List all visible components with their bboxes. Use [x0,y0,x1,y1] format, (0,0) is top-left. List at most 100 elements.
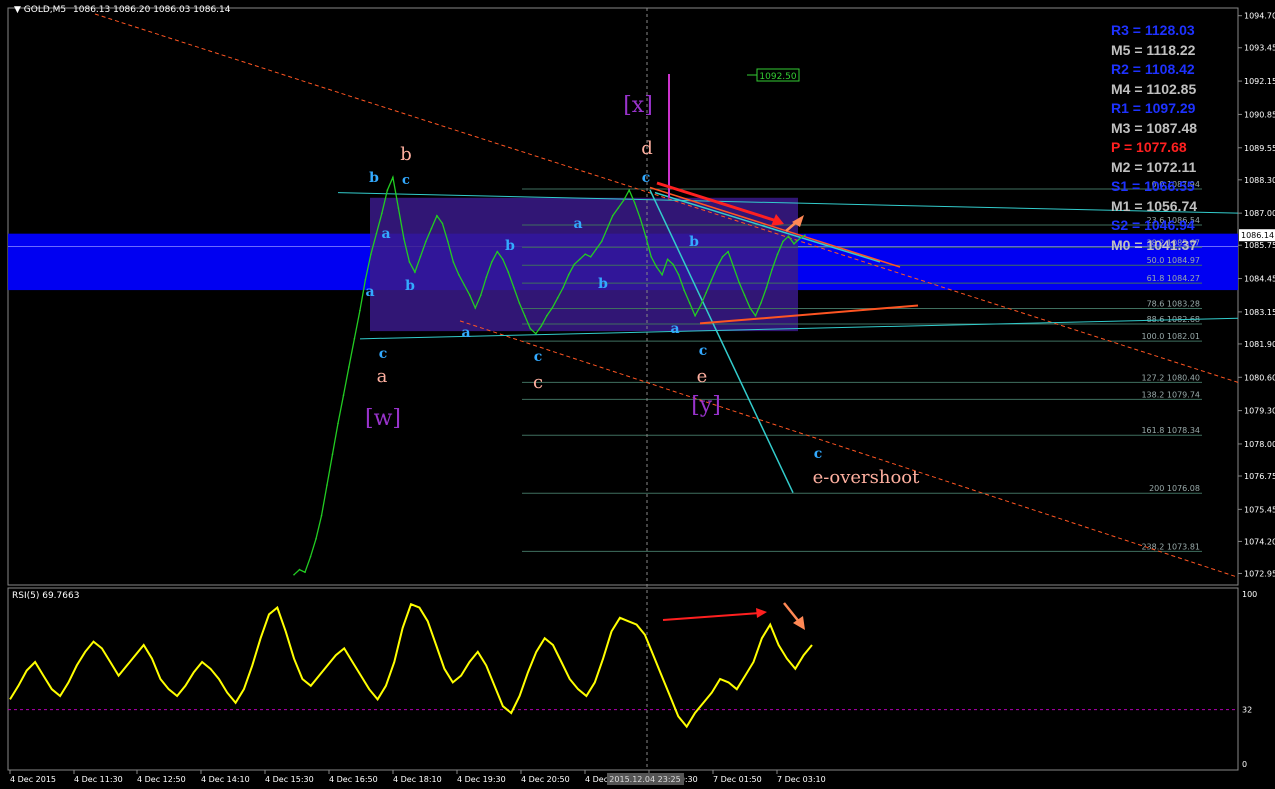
price-point-0 [293,573,295,576]
price-point-1 [298,568,301,571]
price-point-30 [458,273,460,276]
price-point-59 [617,207,619,209]
x-tick-label-9: 4 Dec [585,775,608,784]
price-label-text: 1092.50 [759,72,796,82]
price-point-71 [683,289,685,291]
x-tick-label-7: 4 Dec 19:30 [457,775,506,784]
price-point-82 [743,294,746,297]
price-point-93 [804,234,806,236]
x-tick-label-6: 4 Dec 18:10 [393,775,442,784]
price-point-45 [540,325,543,327]
price-point-63 [639,217,641,220]
wave-label-18: b [689,234,699,250]
price-point-85 [760,302,762,304]
x-tick-label-0: 4 Dec 2015 [10,775,56,784]
x-tick-label-12: 7 Dec 03:10 [777,775,826,784]
pivot-m2: M2 = 1072.11 [1111,158,1197,175]
price-point-65 [650,255,652,258]
price-point-51 [573,263,575,266]
price-point-77 [716,266,718,268]
chart-header[interactable]: ▼ GOLD,M5 1086.13 1086.20 1086.03 1086.1… [14,5,230,15]
price-point-29 [452,261,455,263]
price-point-4 [315,538,317,540]
price-point-64 [644,235,647,237]
crosshair-time-text: 2015.12.04 23:25 [609,775,680,784]
x-tick-label-11: 7 Dec 01:50 [713,775,762,784]
price-point-21 [408,261,411,263]
price-point-42 [524,314,526,317]
price-point-70 [677,273,680,276]
price-point-80 [732,266,735,268]
price-point-8 [337,422,339,425]
wave-label-12: c [534,349,543,365]
fib-label-3: 50.0 1084.97 [1147,256,1200,265]
price-point-7 [331,453,334,456]
pivot-m3: M3 = 1087.48 [1111,119,1198,136]
fib-label-8: 127.2 1080.40 [1141,373,1200,382]
price-point-90 [787,235,790,237]
fib-label-9: 138.2 1079.74 [1141,390,1200,399]
price-point-24 [425,240,427,243]
price-point-62 [633,202,636,204]
y-tick-label-15: 1075.45 [1244,505,1275,514]
wave-label-21: e [697,366,708,387]
price-point-60 [622,199,625,202]
price-point-39 [507,271,510,273]
wave-label-23: c [814,446,823,462]
x-tick-label-3: 4 Dec 14:10 [201,775,250,784]
price-point-73 [694,314,696,317]
wave-label-11: a [461,325,470,341]
price-point-57 [606,227,608,230]
price-point-18 [392,176,394,179]
rsi-y-tick-0: 100 [1242,590,1257,599]
dropdown-arrow-icon[interactable]: ▼ [14,5,21,15]
price-point-6 [326,484,328,486]
wave-label-14: b [598,276,608,292]
price-point-49 [562,286,564,289]
price-point-34 [480,294,482,297]
price-point-41 [518,302,521,304]
price-point-26 [436,214,438,217]
price-point-17 [386,189,389,191]
pivot-m0: M0 = 1041.37 [1111,236,1198,253]
pivot-r1: R1 = 1097.29 [1111,100,1196,116]
price-point-35 [485,276,488,279]
price-point-20 [403,238,405,240]
price-point-43 [529,327,532,330]
chart-window: 0.0 1087.94 23.6 1086.54 38.2 1085.67 50.0 … [0,0,1275,789]
fib-label-10: 161.8 1078.34 [1141,426,1200,435]
price-point-58 [611,214,614,217]
price-point-55 [595,248,597,250]
price-point-10 [348,366,350,368]
x-tick-label-2: 4 Dec 12:50 [137,775,186,784]
y-tick-label-10: 1081.90 [1244,340,1275,349]
price-point-84 [754,314,757,317]
wave-label-9: a [573,216,582,232]
price-point-25 [430,227,433,230]
price-point-52 [578,258,581,261]
price-point-91 [793,243,795,245]
wave-label-3: a [381,226,390,242]
price-point-2 [304,571,306,573]
price-point-32 [469,294,471,297]
price-point-22 [414,271,416,273]
wave-label-16: d [641,138,653,159]
pivot-s1: S1 = 1066.55 [1111,178,1195,194]
rsi-line [9,602,813,729]
price-point-67 [661,273,663,276]
price-point-23 [419,255,422,258]
y-tick-label-1: 1093.45 [1244,44,1275,53]
price-point-69 [672,263,674,266]
wave-label-8: [w] [365,406,401,431]
wave-label-1: c [402,173,410,188]
current-price-text: 1086.14 [1241,231,1274,240]
dashed-trendline-lower [459,320,1239,578]
fib-label-11: 200 1076.08 [1149,484,1200,493]
wave-label-2: b [400,144,412,165]
divergence-arrow-rsi [662,612,761,621]
wave-label-17: c [642,170,651,186]
wave-label-4: a [365,284,374,300]
fib-label-7: 100.0 1082.01 [1141,332,1200,341]
price-point-53 [584,253,586,255]
fib-label-12: 238.2 1073.81 [1141,542,1200,551]
